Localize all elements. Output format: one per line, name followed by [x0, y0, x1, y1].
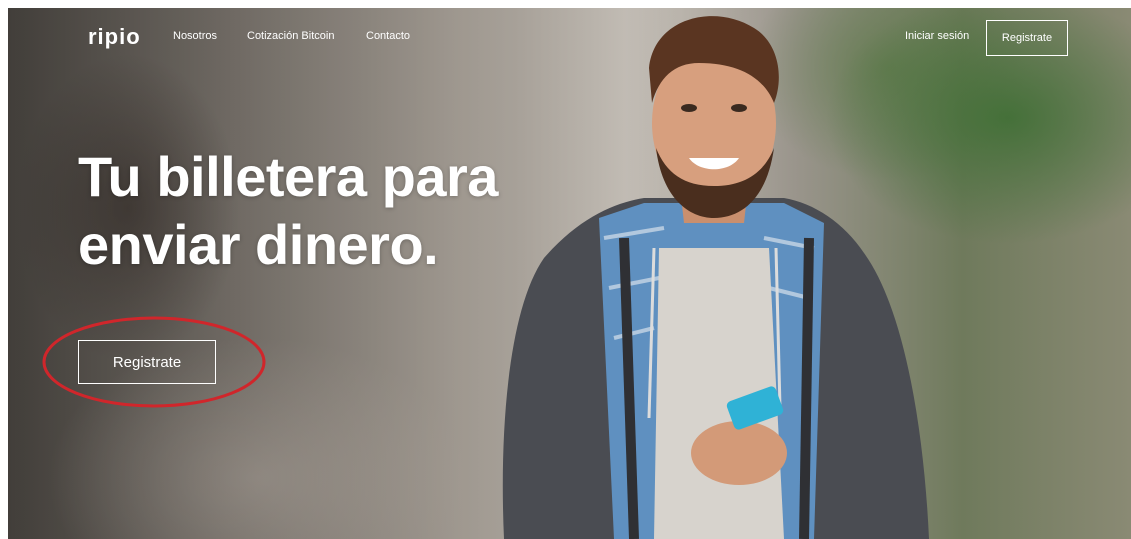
hero-headline: Tu billetera para enviar dinero. [78, 143, 498, 279]
top-nav: ripio Nosotros Cotización Bitcoin Contac… [8, 8, 1131, 68]
nav-link-contacto[interactable]: Contacto [366, 30, 410, 42]
hero-register-button[interactable]: Registrate [78, 340, 216, 384]
ripio-logo[interactable]: ripio [88, 24, 141, 50]
nav-link-nosotros[interactable]: Nosotros [173, 30, 217, 42]
hero-photo-person [502, 16, 929, 539]
headline-line-1: Tu billetera para [78, 145, 498, 208]
hero-section: ripio Nosotros Cotización Bitcoin Contac… [8, 8, 1131, 539]
nav-register-button[interactable]: Registrate [986, 20, 1068, 56]
nav-link-cotizacion-bitcoin[interactable]: Cotización Bitcoin [247, 30, 334, 42]
headline-line-2: enviar dinero. [78, 213, 439, 276]
login-link[interactable]: Iniciar sesión [905, 30, 969, 42]
